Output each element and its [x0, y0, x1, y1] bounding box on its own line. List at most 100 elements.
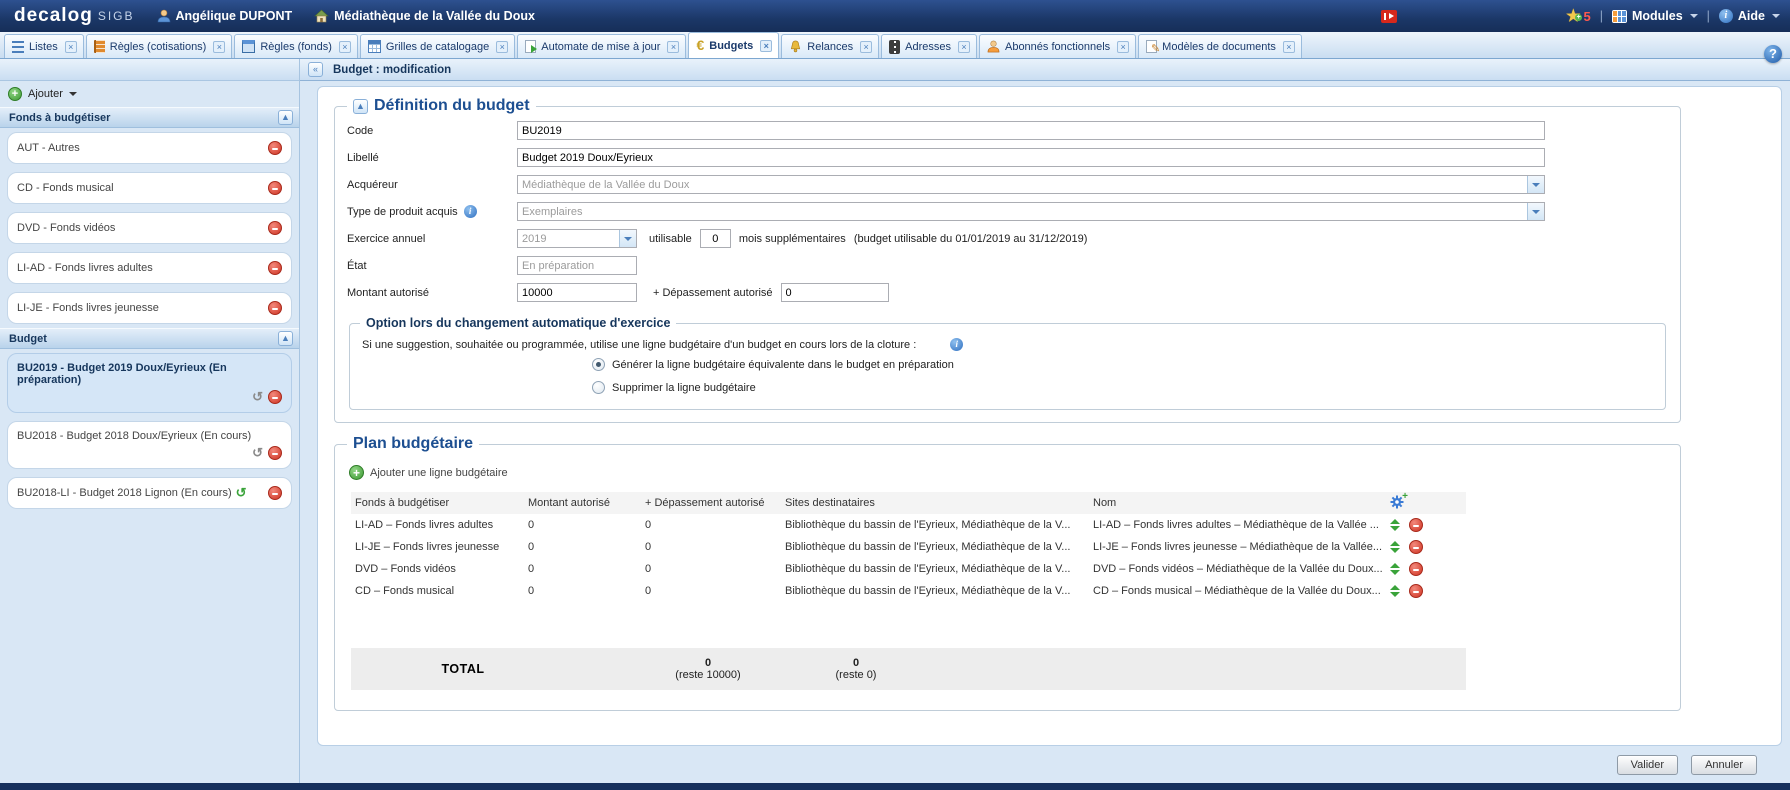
radio-delete-row[interactable]: Supprimer la ligne budgétaire: [360, 376, 1655, 399]
chevron-down-icon[interactable]: [1527, 203, 1544, 220]
person-icon: [987, 40, 1000, 53]
tab-regles-fonds[interactable]: Règles (fonds) ×: [234, 34, 358, 58]
current-user[interactable]: Angélique DUPONT: [157, 9, 293, 23]
help-menu[interactable]: i Aide: [1719, 9, 1780, 23]
radio-generate-row[interactable]: Générer la ligne budgétaire équivalente …: [360, 353, 1655, 376]
close-icon[interactable]: ×: [760, 40, 772, 52]
modules-menu[interactable]: Modules: [1612, 9, 1698, 23]
col-sites-header[interactable]: Sites destinataires: [781, 492, 1089, 514]
tab-automate-mise-a-jour[interactable]: Automate de mise à jour ×: [517, 34, 686, 58]
help-bubble-icon[interactable]: ?: [1764, 45, 1782, 63]
tab-listes[interactable]: Listes ×: [4, 34, 84, 58]
collapse-sidebar-icon[interactable]: «: [308, 62, 323, 77]
budget-item-bu2018-li[interactable]: BU2018-LI - Budget 2018 Lignon (En cours…: [7, 477, 292, 509]
budget-section-header[interactable]: Budget ▲: [0, 328, 299, 349]
close-icon[interactable]: ×: [65, 41, 77, 53]
cancel-button[interactable]: Annuler: [1691, 755, 1757, 775]
type-produit-select[interactable]: Exemplaires: [517, 202, 1545, 221]
exercice-select[interactable]: 2019: [517, 229, 637, 248]
tab-grilles-catalogage[interactable]: Grilles de catalogage ×: [360, 34, 515, 58]
tab-modeles-documents[interactable]: Modèles de documents ×: [1138, 34, 1302, 58]
list-icon: [12, 41, 24, 54]
remove-icon[interactable]: [268, 261, 282, 275]
tab-adresses[interactable]: Adresses ×: [881, 34, 977, 58]
fund-item-aut[interactable]: AUT - Autres: [7, 132, 292, 164]
cell-sites: Bibliothèque du bassin de l'Eyrieux, Méd…: [781, 514, 1089, 536]
remove-icon[interactable]: [268, 301, 282, 315]
collapse-icon[interactable]: ▲: [278, 110, 293, 125]
collapse-icon[interactable]: ▲: [278, 331, 293, 346]
montant-autorise-field[interactable]: [517, 283, 637, 302]
move-updown-icon[interactable]: [1390, 541, 1400, 553]
validate-button[interactable]: Valider: [1617, 755, 1678, 775]
remove-icon[interactable]: [268, 446, 282, 460]
col-amount-header[interactable]: Montant autorisé: [524, 492, 641, 514]
exit-icon[interactable]: [1381, 10, 1397, 23]
table-row[interactable]: LI-JE – Fonds livres jeunesse 0 0 Biblio…: [351, 536, 1466, 558]
radio-delete[interactable]: [592, 381, 605, 394]
libelle-field[interactable]: [517, 148, 1545, 167]
remove-icon[interactable]: [1409, 584, 1423, 598]
move-updown-icon[interactable]: [1390, 585, 1400, 597]
remove-icon[interactable]: [1409, 562, 1423, 576]
acquereur-select[interactable]: Médiathèque de la Vallée du Doux: [517, 175, 1545, 194]
remove-icon[interactable]: [268, 390, 282, 404]
radio-generate[interactable]: [592, 358, 605, 371]
budget-item-bu2018[interactable]: BU2018 - Budget 2018 Doux/Eyrieux (En co…: [7, 421, 292, 469]
code-field[interactable]: [517, 121, 1545, 140]
info-icon[interactable]: i: [464, 205, 477, 218]
budget-item-bu2019[interactable]: BU2019 - Budget 2019 Doux/Eyrieux (En pr…: [7, 353, 292, 413]
current-site[interactable]: Médiathèque de la Vallée du Doux: [314, 9, 535, 23]
utilisable-field[interactable]: [700, 229, 731, 248]
remove-icon[interactable]: [268, 486, 282, 500]
remove-icon[interactable]: [268, 141, 282, 155]
add-budget-line-button[interactable]: + Ajouter une ligne budgétaire: [347, 455, 1668, 492]
depassement-field[interactable]: [781, 283, 889, 302]
favorites-indicator[interactable]: ★ + 5: [1566, 6, 1591, 26]
close-icon[interactable]: ×: [496, 41, 508, 53]
tab-budgets[interactable]: € Budgets ×: [688, 32, 779, 58]
remove-icon[interactable]: [268, 221, 282, 235]
table-row[interactable]: DVD – Fonds vidéos 0 0 Bibliothèque du b…: [351, 558, 1466, 580]
cell-sites: Bibliothèque du bassin de l'Eyrieux, Méd…: [781, 558, 1089, 580]
move-updown-icon[interactable]: [1390, 519, 1400, 531]
tab-relances[interactable]: Relances ×: [781, 34, 879, 58]
close-icon[interactable]: ×: [1117, 41, 1129, 53]
col-overrun-header[interactable]: + Dépassement autorisé: [641, 492, 781, 514]
tab-regles-cotisations[interactable]: Règles (cotisations) ×: [86, 34, 233, 58]
acquereur-value: Médiathèque de la Vallée du Doux: [518, 179, 1527, 191]
fund-item-li-ad[interactable]: LI-AD - Fonds livres adultes: [7, 252, 292, 284]
plan-fieldset: Plan budgétaire + Ajouter une ligne budg…: [334, 435, 1681, 711]
chevron-down-icon[interactable]: [619, 230, 636, 247]
close-icon[interactable]: ×: [339, 41, 351, 53]
fund-item-cd[interactable]: CD - Fonds musical: [7, 172, 292, 204]
fund-item-dvd[interactable]: DVD - Fonds vidéos: [7, 212, 292, 244]
chevron-down-icon[interactable]: [1527, 176, 1544, 193]
close-icon[interactable]: ×: [1283, 41, 1295, 53]
close-icon[interactable]: ×: [667, 41, 679, 53]
info-icon[interactable]: i: [950, 338, 963, 351]
close-icon[interactable]: ×: [860, 41, 872, 53]
funds-section-header[interactable]: Fonds à budgétiser ▲: [0, 107, 299, 128]
fund-item-li-je[interactable]: LI-JE - Fonds livres jeunesse: [7, 292, 292, 324]
add-menu[interactable]: + Ajouter: [0, 81, 299, 107]
close-icon[interactable]: ×: [958, 41, 970, 53]
table-row[interactable]: LI-AD – Fonds livres adultes 0 0 Bibliot…: [351, 514, 1466, 536]
col-fund-header[interactable]: Fonds à budgétiser: [351, 492, 524, 514]
etat-label: État: [347, 260, 517, 272]
tab-abonnes-fonctionnels[interactable]: Abonnés fonctionnels ×: [979, 34, 1136, 58]
table-row[interactable]: CD – Fonds musical 0 0 Bibliothèque du b…: [351, 580, 1466, 602]
remove-icon[interactable]: [1409, 540, 1423, 554]
change-state-icon[interactable]: ↺: [236, 487, 247, 499]
exercice-value: 2019: [518, 233, 619, 245]
col-name-header[interactable]: Nom: [1089, 492, 1386, 514]
move-updown-icon[interactable]: [1390, 563, 1400, 575]
column-settings-icon[interactable]: +: [1390, 495, 1406, 509]
close-icon[interactable]: ×: [213, 41, 225, 53]
remove-icon[interactable]: [268, 181, 282, 195]
collapse-icon[interactable]: ▲: [353, 99, 368, 114]
remove-icon[interactable]: [1409, 518, 1423, 532]
chevron-down-icon: [69, 92, 77, 96]
content-panel: ▲ Définition du budget Code Libellé Acqu…: [317, 86, 1782, 746]
budget-section-title: Budget: [9, 333, 47, 345]
